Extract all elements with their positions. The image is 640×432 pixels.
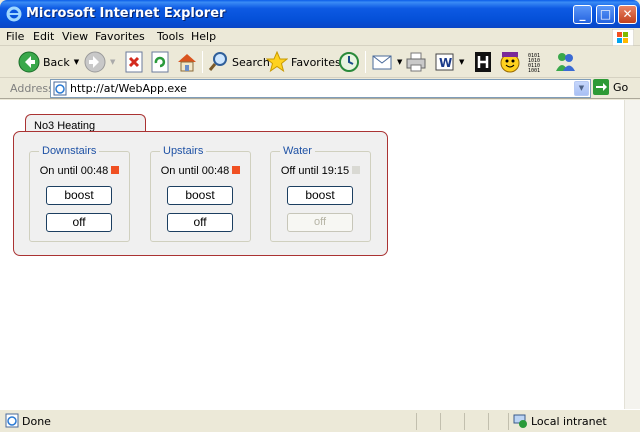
print-button[interactable] (405, 50, 427, 74)
favorites-label: Favorites (291, 55, 341, 69)
refresh-button[interactable] (150, 50, 170, 74)
minimize-button[interactable]: _ (573, 5, 592, 24)
msn-messenger-icon (556, 53, 575, 71)
menu-bar: File Edit View Favorites Tools Help (0, 28, 640, 46)
msn-messenger-button[interactable] (554, 50, 576, 74)
address-bar: Address http://at/WebApp.exe ▼ Go (0, 78, 640, 99)
window-title: Microsoft Internet Explorer (26, 6, 226, 21)
off-button[interactable]: off (167, 213, 233, 232)
toolbar-separator (202, 51, 203, 73)
chevron-down-icon[interactable]: ▼ (397, 58, 402, 66)
binary-toolbar-button[interactable]: 0101 1010 0110 1001 (527, 50, 549, 74)
home-icon (178, 54, 196, 72)
menu-file[interactable]: File (6, 30, 24, 43)
go-button[interactable]: Go (593, 79, 628, 95)
messenger-button[interactable] (499, 50, 521, 74)
refresh-icon (151, 51, 169, 73)
status-cell (488, 413, 508, 430)
maximize-button[interactable]: □ (596, 5, 615, 24)
menu-favorites[interactable]: Favorites (95, 30, 145, 43)
word-icon: W (435, 53, 454, 71)
close-button[interactable]: ✕ (618, 5, 637, 24)
go-label: Go (613, 80, 629, 94)
yahoo-messenger-icon (500, 52, 520, 73)
toolbar: Back ▼ ▼ Search Favorites ▼ W ▼ 0101 101… (0, 46, 640, 78)
zone-title: Upstairs (160, 145, 207, 157)
off-button[interactable]: off (287, 213, 353, 232)
history-button[interactable] (338, 50, 360, 74)
zone-group-upstairs: Upstairs On until 00:48 boost off (150, 145, 251, 242)
search-icon (208, 52, 227, 71)
zone-status: On until 00:48 (30, 165, 129, 177)
chevron-down-icon[interactable]: ▼ (574, 81, 589, 96)
go-arrow-icon (593, 79, 609, 95)
vertical-scrollbar[interactable] (624, 100, 640, 409)
zone-status-text: On until 00:48 (39, 165, 109, 177)
h-icon (475, 52, 491, 72)
svg-text:1001: 1001 (528, 68, 540, 73)
zone-group-water: Water Off until 19:15 boost off (270, 145, 371, 242)
boost-button[interactable]: boost (287, 186, 353, 205)
status-cell (464, 413, 486, 430)
mail-button[interactable]: ▼ (371, 50, 402, 74)
page-done-icon (5, 413, 19, 428)
h-toolbar-button[interactable] (474, 50, 492, 74)
menu-tools[interactable]: Tools (157, 30, 184, 43)
zone-label: Local intranet (531, 415, 607, 428)
status-bar: Done Local intranet (0, 409, 640, 432)
stop-button[interactable] (124, 50, 144, 74)
windows-logo-icon (612, 29, 634, 46)
browser-window: Microsoft Internet Explorer _ □ ✕ File E… (0, 0, 640, 432)
status-cell (416, 413, 438, 430)
home-button[interactable] (176, 50, 198, 74)
star-icon (266, 51, 288, 73)
off-button[interactable]: off (46, 213, 112, 232)
status-indicator (352, 166, 361, 174)
security-zone-cell: Local intranet (508, 413, 640, 430)
search-button[interactable]: Search (207, 50, 270, 74)
menu-help[interactable]: Help (191, 30, 216, 43)
status-text: Done (22, 415, 51, 428)
zone-status: On until 00:48 (151, 165, 250, 177)
menu-view[interactable]: View (62, 30, 88, 43)
zone-title: Downstairs (39, 145, 100, 157)
intranet-icon (513, 414, 527, 428)
zone-group-downstairs: Downstairs On until 00:48 boost off (29, 145, 130, 242)
favorites-button[interactable]: Favorites (266, 50, 341, 74)
status-cell (440, 413, 462, 430)
boost-button[interactable]: boost (167, 186, 233, 205)
zone-title: Water (280, 145, 315, 157)
zone-status-text: Off until 19:15 (280, 165, 350, 177)
back-label: Back (43, 55, 70, 69)
chevron-down-icon[interactable]: ▼ (459, 58, 464, 66)
toolbar-separator (365, 51, 366, 73)
forward-arrow-icon (84, 51, 106, 73)
binary-icon: 0101 1010 0110 1001 (528, 53, 540, 73)
address-label: Address (10, 82, 54, 95)
address-url: http://at/WebApp.exe (70, 82, 187, 95)
menu-edit[interactable]: Edit (33, 30, 54, 43)
svg-text:W: W (439, 56, 452, 70)
search-label: Search (232, 55, 270, 69)
stop-icon (125, 51, 143, 73)
address-input[interactable]: http://at/WebApp.exe ▼ (50, 79, 591, 98)
edit-button[interactable]: W ▼ (435, 50, 464, 74)
status-indicator (232, 166, 241, 174)
forward-button[interactable]: ▼ (84, 50, 115, 74)
status-indicator (111, 166, 120, 174)
zone-status-text: On until 00:48 (160, 165, 230, 177)
mail-icon (372, 55, 392, 70)
boost-button[interactable]: boost (46, 186, 112, 205)
back-button[interactable]: Back ▼ (18, 50, 79, 74)
back-arrow-icon (18, 51, 40, 73)
history-icon (339, 52, 359, 72)
zone-status: Off until 19:15 (271, 165, 370, 177)
ie-logo-icon (6, 6, 22, 22)
chevron-down-icon: ▼ (110, 58, 116, 66)
page-icon (53, 81, 67, 96)
printer-icon (406, 52, 426, 72)
chevron-down-icon[interactable]: ▼ (74, 58, 79, 66)
title-bar: Microsoft Internet Explorer _ □ ✕ (0, 0, 640, 28)
